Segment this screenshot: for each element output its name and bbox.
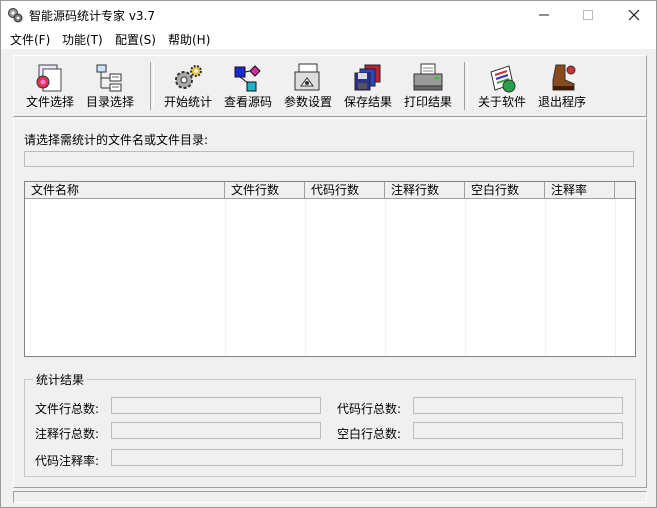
menu-bar: 文件(F) 功能(T) 配置(S) 帮助(H) (1, 29, 656, 49)
blank-lines-label: 空白行总数: (337, 427, 402, 441)
grid-line (545, 199, 546, 356)
path-field[interactable] (24, 151, 634, 167)
file-select-label: 文件选择 (25, 95, 74, 109)
close-icon (628, 9, 640, 21)
path-prompt: 请选择需统计的文件名或文件目录: (24, 133, 209, 147)
main-panel: 请选择需统计的文件名或文件目录: 文件名称 文件行数 代码行数 注释行数 空白行… (13, 118, 647, 488)
menu-help[interactable]: 帮助(H) (168, 31, 210, 48)
exit-button[interactable]: 退出程序 (532, 60, 592, 112)
view-source-button[interactable]: 查看源码 (218, 60, 278, 112)
code-lines-label: 代码行总数: (337, 402, 402, 416)
comment-lines-label: 注释行总数: (35, 427, 100, 441)
grid-line (385, 199, 386, 356)
file-lines-label: 文件行总数: (35, 402, 100, 416)
start-stats-button[interactable]: 开始统计 (158, 60, 218, 112)
about-icon (490, 65, 516, 93)
table-body (25, 199, 635, 356)
comment-ratio-field[interactable] (111, 449, 623, 466)
toolbar: 文件选择 目录选择 开始统计 查看源码 参数设置 保存结果 打印结果 关于软件 … (13, 55, 647, 117)
maximize-button[interactable] (565, 1, 611, 29)
app-gear-icon (8, 8, 23, 23)
about-label: 关于软件 (477, 95, 526, 109)
grid-line (225, 199, 226, 356)
minimize-icon (539, 14, 549, 16)
close-button[interactable] (611, 1, 656, 29)
shapes-icon (234, 65, 261, 92)
dir-select-label: 目录选择 (85, 95, 134, 109)
comment-lines-field[interactable] (111, 422, 321, 439)
app-window: 智能源码统计专家 v3.7 文件(F) 功能(T) 配置(S) 帮助(H) 文件… (0, 0, 657, 508)
minimize-button[interactable] (521, 1, 567, 29)
column-header-code-lines[interactable]: 代码行数 (305, 182, 385, 198)
window-title: 智能源码统计专家 v3.7 (29, 9, 156, 23)
results-table[interactable]: 文件名称 文件行数 代码行数 注释行数 空白行数 注释率 (24, 181, 636, 357)
toolbar-separator (150, 62, 154, 110)
file-lines-field[interactable] (111, 397, 321, 414)
param-settings-label: 参数设置 (283, 95, 332, 109)
file-select-icon (36, 64, 62, 92)
printer-icon (413, 63, 443, 91)
about-button[interactable]: 关于软件 (472, 60, 532, 112)
gears-icon (175, 65, 202, 89)
maximize-icon (583, 10, 593, 20)
comment-ratio-label: 代码注释率: (35, 454, 100, 468)
blank-lines-field[interactable] (413, 422, 623, 439)
dir-select-button[interactable]: 目录选择 (80, 60, 140, 112)
status-bar (13, 491, 647, 503)
code-lines-field[interactable] (413, 397, 623, 414)
toolbar-separator (464, 62, 468, 110)
menu-file[interactable]: 文件(F) (10, 31, 50, 48)
column-header-blank-lines[interactable]: 空白行数 (465, 182, 545, 198)
column-header-comment-lines[interactable]: 注释行数 (385, 182, 465, 198)
results-group: 统计结果 文件行总数: 代码行总数: 注释行总数: 空白行总数: 代码注释率: (24, 371, 636, 477)
param-settings-button[interactable]: 参数设置 (278, 60, 338, 112)
print-results-button[interactable]: 打印结果 (398, 60, 458, 112)
grid-line (615, 199, 616, 356)
save-results-button[interactable]: 保存结果 (338, 60, 398, 112)
table-header: 文件名称 文件行数 代码行数 注释行数 空白行数 注释率 (25, 182, 635, 199)
title-bar[interactable]: 智能源码统计专家 v3.7 (1, 1, 656, 29)
folder-tree-icon (96, 64, 122, 92)
column-header-file-name[interactable]: 文件名称 (25, 182, 225, 198)
boot-exit-icon (552, 64, 576, 91)
view-source-label: 查看源码 (223, 95, 272, 109)
exit-label: 退出程序 (537, 95, 586, 109)
results-group-title: 统计结果 (33, 371, 88, 388)
column-header-comment-ratio[interactable]: 注释率 (545, 182, 615, 198)
menu-config[interactable]: 配置(S) (115, 31, 156, 48)
column-header-file-lines[interactable]: 文件行数 (225, 182, 305, 198)
settings-document-icon (294, 63, 320, 91)
start-stats-label: 开始统计 (163, 95, 212, 109)
grid-line (465, 199, 466, 356)
save-results-label: 保存结果 (343, 95, 392, 109)
save-disks-icon (354, 64, 381, 91)
grid-line (305, 199, 306, 356)
file-select-button[interactable]: 文件选择 (20, 60, 80, 112)
menu-function[interactable]: 功能(T) (62, 31, 103, 48)
print-results-label: 打印结果 (403, 95, 452, 109)
